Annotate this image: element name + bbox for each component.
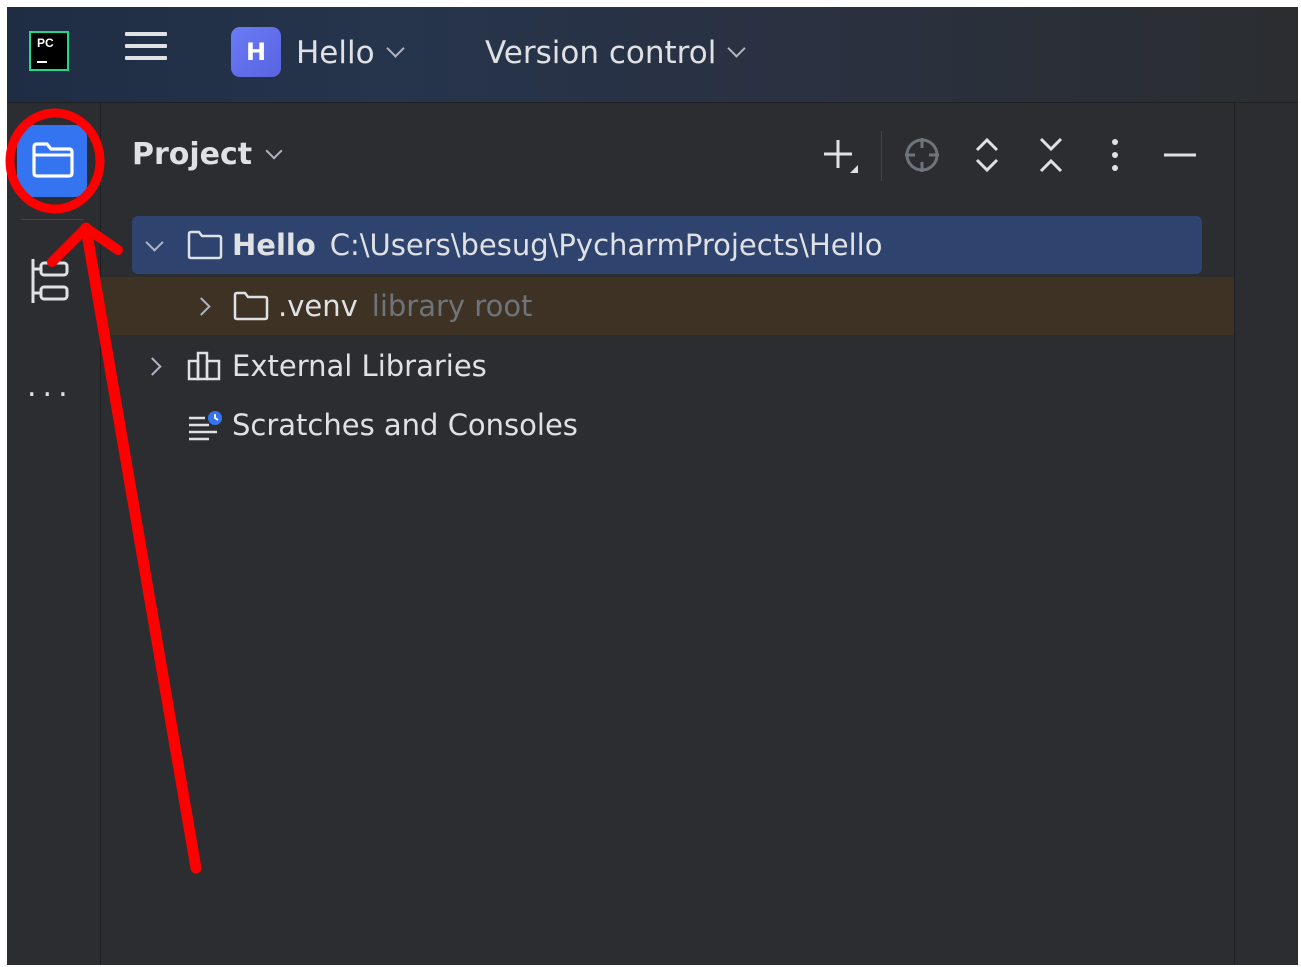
collapse-all-icon[interactable] — [1031, 135, 1071, 175]
project-name: Hello — [296, 35, 375, 71]
panel-title: Project — [132, 137, 253, 172]
vcs-label: Version control — [485, 35, 717, 71]
add-icon[interactable] — [820, 135, 860, 175]
venv-hint: library root — [371, 289, 533, 323]
vcs-selector[interactable]: Version control — [485, 35, 747, 71]
venv-name: .venv — [278, 289, 358, 323]
chevron-right-icon[interactable] — [192, 297, 211, 316]
scratches-label: Scratches and Consoles — [232, 408, 578, 442]
folder-icon — [233, 291, 269, 321]
right-tool-stripe — [1234, 103, 1298, 965]
folder-icon — [187, 230, 223, 260]
tree-item-venv[interactable]: .venv library root — [100, 277, 1234, 335]
left-tool-stripe — [7, 103, 101, 965]
stripe-divider — [21, 219, 83, 220]
main-menu-icon[interactable] — [125, 32, 167, 72]
title-bar: PC H Hello Version control — [7, 7, 1298, 103]
tree-item-scratches[interactable]: Scratches and Consoles — [132, 396, 1132, 454]
locate-icon[interactable] — [902, 135, 942, 175]
more-tools-icon[interactable]: ... — [27, 372, 74, 402]
tree-item-external-libraries[interactable]: External Libraries — [132, 337, 1132, 395]
folder-icon — [32, 142, 74, 178]
external-libraries-label: External Libraries — [232, 349, 487, 383]
tree-item-root[interactable]: Hello C:\Users\besug\PycharmProjects\Hell… — [132, 216, 1202, 274]
chevron-right-icon[interactable] — [143, 357, 162, 376]
expand-all-icon[interactable] — [967, 135, 1007, 175]
options-icon[interactable] — [1095, 135, 1135, 175]
pycharm-logo-icon[interactable]: PC — [29, 31, 69, 71]
hide-panel-icon[interactable] — [1160, 135, 1200, 175]
chevron-down-icon — [385, 39, 405, 58]
root-path: C:\Users\besug\PycharmProjects\Hello — [329, 228, 883, 262]
ide-window: PC H Hello Version control ... Project H… — [7, 7, 1298, 965]
project-selector[interactable]: Hello — [296, 35, 405, 71]
project-badge[interactable]: H — [231, 27, 281, 77]
chevron-down-icon — [727, 39, 747, 58]
structure-icon[interactable] — [27, 257, 71, 307]
toolbar-separator — [881, 131, 882, 181]
library-icon — [187, 351, 221, 381]
scratches-icon — [189, 411, 222, 441]
app-icon-text: PC — [37, 36, 54, 50]
chevron-down-icon[interactable] — [145, 233, 164, 252]
root-name: Hello — [232, 228, 316, 262]
project-view-selector[interactable]: Project — [132, 137, 283, 173]
project-tool-button[interactable] — [17, 125, 87, 197]
chevron-down-icon — [265, 142, 283, 160]
